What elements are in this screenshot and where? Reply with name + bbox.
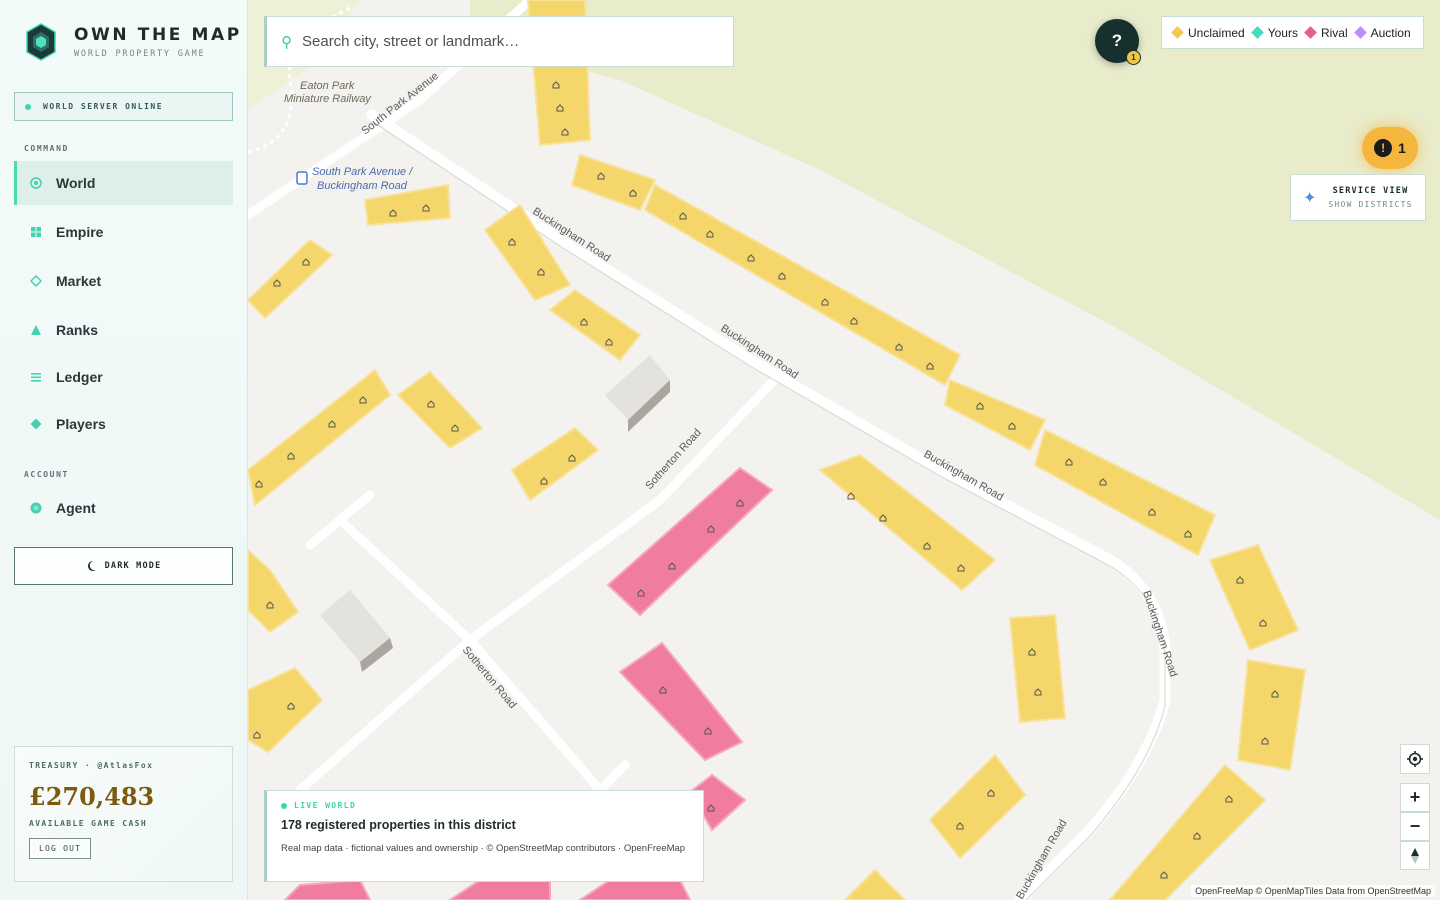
nav-ranks-label: Ranks (56, 322, 99, 338)
live-indicator: LIVE WORLD (281, 801, 689, 810)
nav-market-label: Market (56, 273, 102, 289)
sparkle-icon: ✦ (1303, 189, 1317, 207)
brand-subtitle: WORLD PROPERTY GAME (74, 49, 206, 59)
compass-north-icon (1411, 847, 1419, 864)
treasury-sub: AVAILABLE GAME CASH (29, 819, 148, 828)
search-input[interactable] (302, 33, 702, 50)
crosshair-icon (1407, 751, 1423, 767)
nav-market[interactable]: Market (14, 259, 233, 303)
map-svg[interactable]: Eaton Park Miniature Railway South Park … (248, 0, 1440, 900)
label-bus-stop-2: Buckingham Road (317, 180, 408, 192)
section-command: COMMAND (24, 144, 69, 153)
sidebar: OWN THE MAP WORLD PROPERTY GAME WORLD SE… (0, 0, 248, 900)
search-bar[interactable]: ⚲ (264, 16, 734, 67)
plus-icon: + (1409, 787, 1421, 807)
district-info-card: LIVE WORLD 178 registered properties in … (264, 790, 704, 882)
nav-players[interactable]: Players (14, 402, 233, 446)
locate-button[interactable] (1400, 744, 1430, 774)
district-property-count: 178 registered properties in this distri… (281, 818, 516, 832)
alerts-button[interactable]: ! 1 (1362, 127, 1418, 169)
crescent-moon-icon (87, 561, 96, 571)
treasury-panel: TREASURY · @AtlasFox £270,483 AVAILABLE … (14, 746, 233, 882)
help-label: ? (1111, 31, 1123, 50)
treasury-label: TREASURY · @AtlasFox (29, 761, 154, 770)
treasury-amount: £270,483 (29, 782, 155, 811)
nav-ledger-label: Ledger (56, 369, 103, 385)
zoom-in-button[interactable]: + (1400, 783, 1430, 812)
legend-auction-label: Auction (1370, 25, 1411, 40)
nav-world[interactable]: World (14, 161, 233, 205)
help-button[interactable]: ? 1 (1095, 19, 1141, 65)
section-account: ACCOUNT (24, 470, 69, 479)
label-bus-stop-1: South Park Avenue / (312, 166, 413, 178)
nav-ranks[interactable]: Ranks (14, 308, 233, 352)
compass-button[interactable] (1400, 841, 1430, 870)
brand-title: OWN THE MAP (74, 25, 242, 45)
service-view-sub: SHOW DISTRICTS (1328, 200, 1413, 209)
search-icon: ⚲ (281, 33, 292, 51)
auction-diamond-icon (1353, 26, 1367, 39)
map-attribution[interactable]: OpenFreeMap © OpenMapTiles Data from Ope… (1191, 885, 1435, 897)
server-status-label: WORLD SERVER ONLINE (43, 102, 164, 111)
nav-empire-label: Empire (56, 224, 104, 240)
diamond-icon (30, 418, 42, 430)
grid-icon (30, 226, 42, 238)
legend-rival: Rival (1304, 25, 1348, 40)
service-view-button[interactable]: ✦ SERVICE VIEW SHOW DISTRICTS (1290, 174, 1426, 221)
dark-mode-button[interactable]: DARK MODE (14, 547, 233, 585)
label-eaton-park: Eaton Park (300, 80, 355, 92)
legend-yours-label: Yours (1267, 25, 1298, 40)
diamond-outline-icon (30, 275, 42, 287)
data-note: Real map data · fictional values and own… (281, 843, 686, 854)
nav-world-label: World (56, 175, 96, 191)
legend-yours: Yours (1250, 25, 1298, 40)
nav-agent-label: Agent (56, 500, 96, 516)
status-dot-icon (25, 103, 31, 110)
legend-unclaimed-label: Unclaimed (1188, 25, 1245, 40)
exclamation-icon: ! (1374, 139, 1393, 157)
yours-diamond-icon (1250, 26, 1264, 39)
legend-unclaimed: Unclaimed (1171, 25, 1245, 40)
triangle-icon (30, 324, 42, 336)
agent-circle-icon (30, 502, 42, 514)
nav-agent[interactable]: Agent (14, 486, 233, 530)
live-dot-icon (281, 802, 287, 809)
nav-empire[interactable]: Empire (14, 210, 233, 254)
alerts-count: 1 (1398, 140, 1406, 156)
server-status: WORLD SERVER ONLINE (14, 92, 233, 121)
unclaimed-diamond-icon (1171, 26, 1184, 39)
dark-mode-label: DARK MODE (104, 561, 162, 571)
map-canvas[interactable]: Eaton Park Miniature Railway South Park … (248, 0, 1440, 900)
nav-players-label: Players (56, 416, 106, 432)
globe-icon (30, 177, 42, 189)
rival-diamond-icon (1304, 26, 1317, 39)
legend-auction: Auction (1353, 25, 1411, 40)
service-view-title: SERVICE VIEW (1332, 186, 1409, 196)
list-lines-icon (30, 371, 42, 383)
property-parcel (1008, 613, 1067, 724)
minus-icon: − (1409, 816, 1421, 836)
logout-button[interactable]: LOG OUT (29, 838, 92, 859)
bus-stop-icon[interactable] (296, 171, 308, 185)
label-miniature-railway: Miniature Railway (284, 93, 372, 105)
help-badge: 1 (1126, 50, 1141, 65)
nav-ledger[interactable]: Ledger (14, 355, 233, 399)
live-label: LIVE WORLD (294, 801, 357, 810)
legend-rival-label: Rival (1320, 25, 1348, 40)
brand[interactable]: OWN THE MAP WORLD PROPERTY GAME (24, 22, 242, 62)
legend: Unclaimed Yours Rival Auction (1161, 16, 1424, 49)
zoom-out-button[interactable]: − (1400, 812, 1430, 841)
hexagon-gem-icon (26, 23, 56, 61)
